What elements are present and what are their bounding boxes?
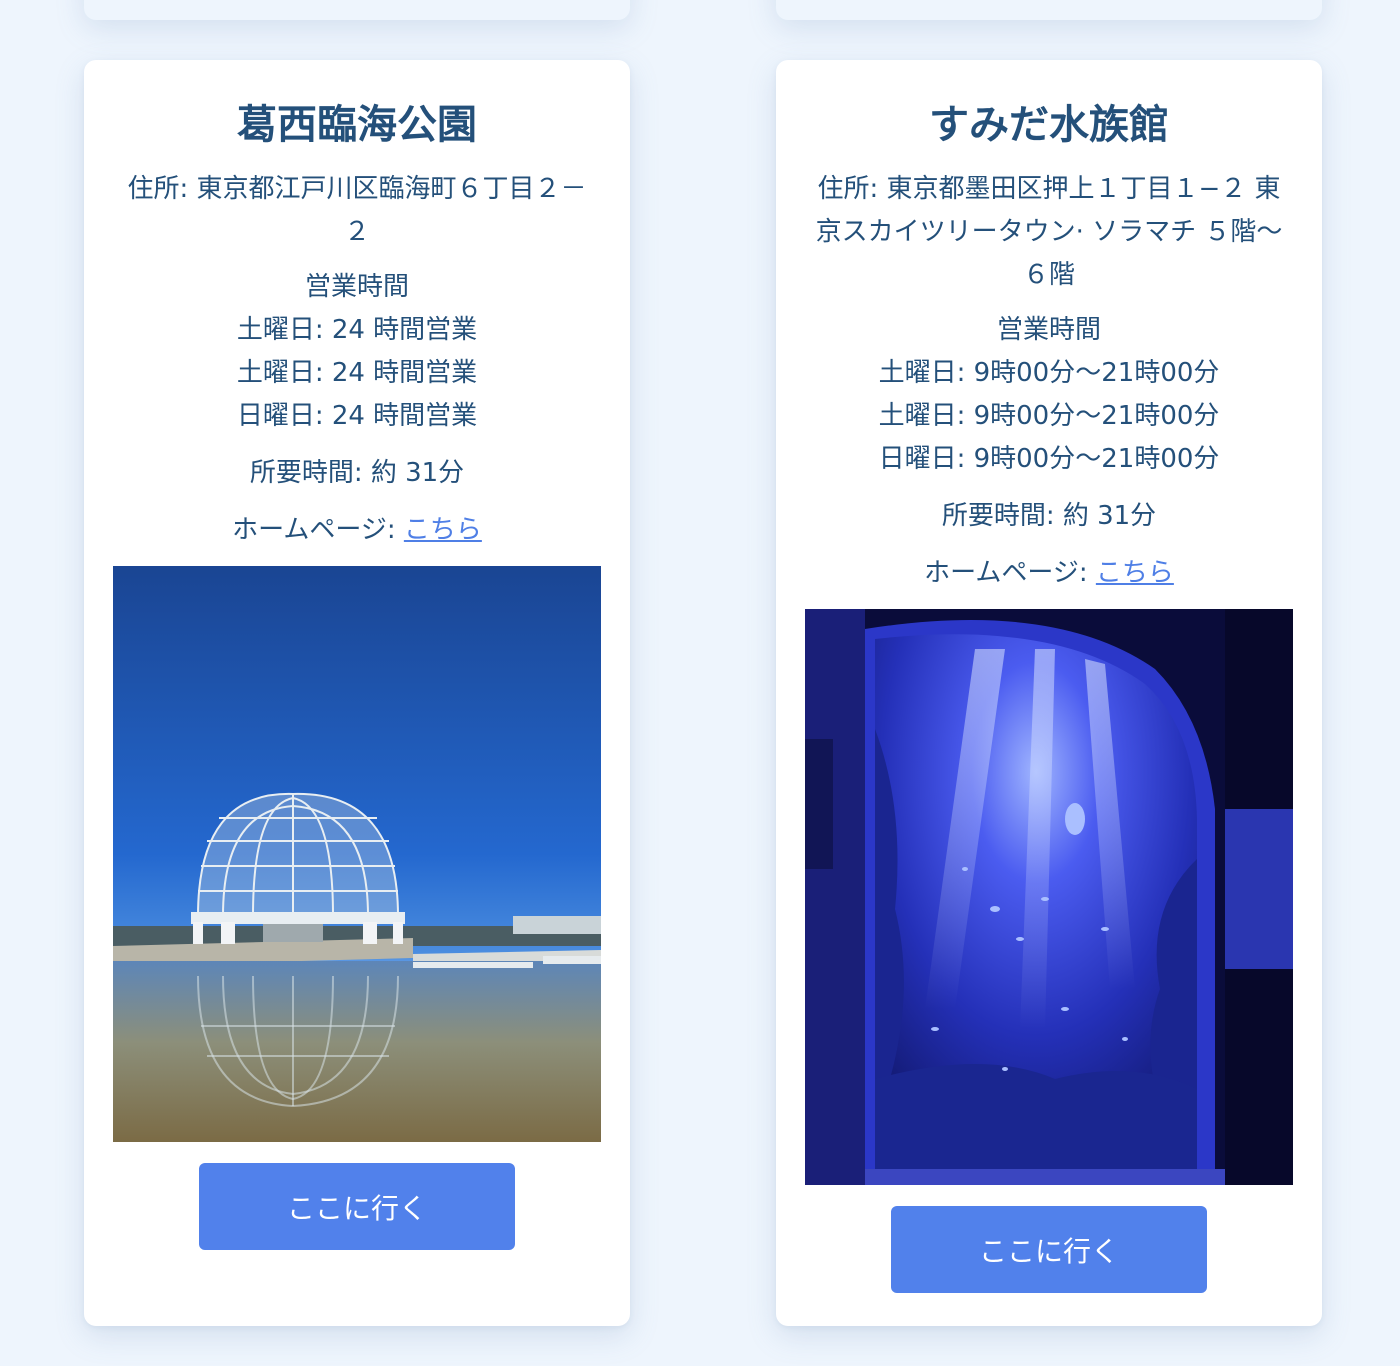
hours-line: 日曜日: 9時00分～21時00分 (878, 444, 1220, 474)
hours-title: 営業時間 (996, 315, 1101, 345)
card-title: 葛西臨海公園 (237, 102, 477, 148)
duration: 所要時間: 約 31分 (941, 501, 1157, 531)
opening-hours: 営業時間 土曜日: 24 時間営業 土曜日: 24 時間営業 日曜日: 24 時… (113, 266, 601, 438)
card-title: すみだ水族館 (929, 102, 1169, 148)
hours-line: 土曜日: 9時00分～21時00分 (878, 401, 1220, 431)
place-card-kasai: 葛西臨海公園 住所: 東京都江戸川区臨海町６丁目２－２ 営業時間 土曜日: 24… (84, 60, 630, 1326)
previous-card-edge (776, 0, 1322, 20)
hours-line: 土曜日: 9時00分～21時00分 (878, 358, 1220, 388)
homepage-row: ホームページ: こちら (113, 509, 601, 552)
homepage-link[interactable]: こちら (404, 515, 482, 545)
hours-title: 営業時間 (304, 272, 409, 302)
previous-card-edge (84, 0, 630, 20)
go-here-button[interactable]: ここに行く (199, 1163, 515, 1250)
hours-line: 土曜日: 24 時間営業 (236, 315, 478, 345)
homepage-label: ホームページ: (232, 515, 404, 545)
go-here-button[interactable]: ここに行く (891, 1206, 1207, 1293)
aquarium-photo (805, 609, 1293, 1185)
hours-line: 土曜日: 24 時間営業 (236, 358, 478, 388)
place-card-sumida: すみだ水族館 住所: 東京都墨田区押上１丁目１−２ 東京スカイツリータウン· ソ… (776, 60, 1322, 1326)
homepage-row: ホームページ: こちら (805, 552, 1293, 595)
page: 葛西臨海公園 住所: 東京都江戸川区臨海町６丁目２－２ 営業時間 土曜日: 24… (0, 0, 1400, 1366)
duration: 所要時間: 約 31分 (249, 458, 465, 488)
homepage-label: ホームページ: (924, 558, 1096, 588)
homepage-link[interactable]: こちら (1096, 558, 1174, 588)
hours-line: 日曜日: 24 時間営業 (236, 401, 478, 431)
opening-hours: 営業時間 土曜日: 9時00分～21時00分 土曜日: 9時00分～21時00分… (805, 309, 1293, 481)
greenhouse-photo (113, 566, 601, 1142)
address: 住所: 東京都墨田区押上１丁目１−２ 東京スカイツリータウン· ソラマチ ５階～… (815, 174, 1283, 290)
address: 住所: 東京都江戸川区臨海町６丁目２－２ (127, 174, 587, 247)
